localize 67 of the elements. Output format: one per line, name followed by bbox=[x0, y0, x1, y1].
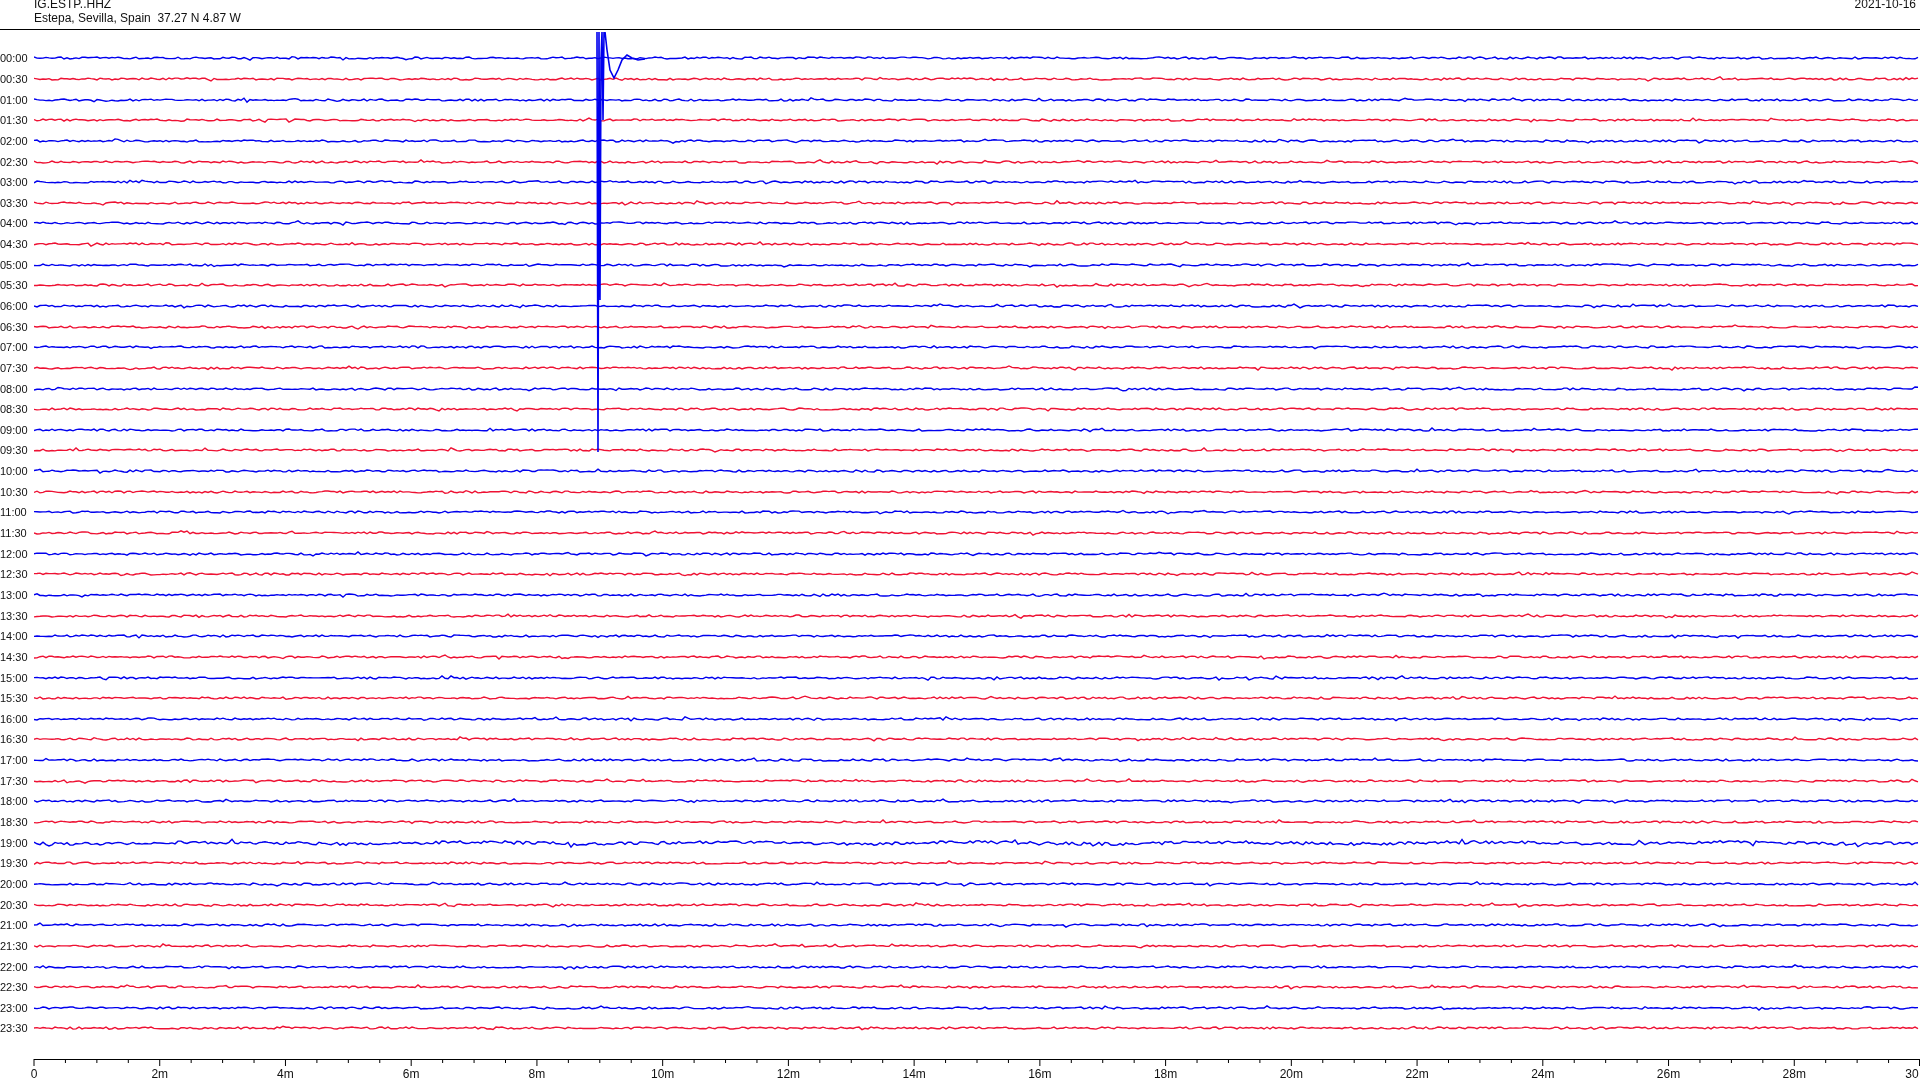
time-label: 02:30 bbox=[0, 155, 29, 168]
time-label: 04:00 bbox=[0, 217, 29, 230]
time-label: 17:30 bbox=[0, 774, 29, 787]
time-label: 08:30 bbox=[0, 403, 29, 416]
record-date: 2021-10-16 bbox=[1854, 0, 1916, 13]
time-label: 00:30 bbox=[0, 72, 29, 85]
axis-tick-label: 0 bbox=[30, 1067, 38, 1080]
time-label: 14:30 bbox=[0, 650, 29, 663]
time-label: 12:30 bbox=[0, 568, 29, 581]
time-label: 17:00 bbox=[0, 754, 29, 767]
axis-tick-label: 12m bbox=[776, 1067, 801, 1080]
time-label: 09:30 bbox=[0, 444, 29, 457]
time-label: 03:30 bbox=[0, 196, 29, 209]
axis-tick-label: 8m bbox=[528, 1067, 546, 1080]
axis-tick-label: 18m bbox=[1153, 1067, 1178, 1080]
station-code: IG.ESTP..HHZ bbox=[34, 0, 113, 11]
time-label: 01:00 bbox=[0, 93, 29, 106]
axis-tick-label: 22m bbox=[1405, 1067, 1429, 1080]
time-label: 18:00 bbox=[0, 795, 29, 808]
axis-tick-label: 10m bbox=[651, 1067, 675, 1080]
time-label: 20:30 bbox=[0, 898, 29, 911]
time-label: 08:00 bbox=[0, 382, 29, 395]
time-label: 19:30 bbox=[0, 857, 29, 870]
time-label: 21:00 bbox=[0, 919, 29, 932]
axis-tick-label: 20m bbox=[1279, 1067, 1303, 1080]
time-label: 14:00 bbox=[0, 630, 29, 643]
time-label: 18:30 bbox=[0, 816, 29, 828]
axis-tick-label: 2m bbox=[151, 1067, 169, 1080]
time-label: 11:00 bbox=[0, 506, 28, 519]
time-label: 23:00 bbox=[0, 1001, 29, 1014]
axis-tick-label: 24m bbox=[1531, 1067, 1555, 1080]
axis-tick-label: 4m bbox=[277, 1067, 294, 1080]
axis-tick-label: 14m bbox=[902, 1067, 926, 1080]
time-label: 12:00 bbox=[0, 547, 29, 560]
time-label: 13:30 bbox=[0, 609, 29, 622]
time-label: 19:00 bbox=[0, 836, 29, 849]
time-label: 10:00 bbox=[0, 465, 29, 478]
time-label: 16:30 bbox=[0, 733, 29, 746]
axis-tick-label: 6m bbox=[402, 1067, 420, 1080]
time-label: 15:30 bbox=[0, 692, 29, 705]
time-label: 06:00 bbox=[0, 300, 29, 312]
station-location: Estepa, Sevilla, Spain 37.27 N 4.87 W bbox=[34, 11, 241, 25]
time-label: 13:00 bbox=[0, 588, 29, 601]
time-label: 07:30 bbox=[0, 361, 29, 374]
axis-tick-label: 28m bbox=[1782, 1067, 1806, 1080]
time-label: 02:00 bbox=[0, 134, 29, 147]
time-label: 05:30 bbox=[0, 279, 29, 292]
time-label: 16:00 bbox=[0, 712, 29, 725]
time-label: 03:00 bbox=[0, 176, 29, 189]
axis-tick-label: 30 bbox=[1905, 1067, 1919, 1080]
axis-tick-label: 26m bbox=[1656, 1067, 1681, 1080]
time-label: 10:30 bbox=[0, 485, 29, 498]
time-label: 22:00 bbox=[0, 960, 29, 973]
time-label: 23:30 bbox=[0, 1022, 29, 1035]
time-label: 11:30 bbox=[0, 527, 28, 540]
time-label: 20:00 bbox=[0, 877, 29, 890]
time-label: 22:30 bbox=[0, 981, 29, 994]
axis-tick-label: 16m bbox=[1028, 1067, 1052, 1080]
time-label: 04:30 bbox=[0, 238, 29, 251]
time-label: 01:30 bbox=[0, 114, 29, 127]
time-label: 21:30 bbox=[0, 939, 29, 952]
time-label: 09:00 bbox=[0, 423, 29, 436]
time-label: 00:00 bbox=[0, 52, 29, 65]
time-label: 07:00 bbox=[0, 341, 29, 354]
time-label: 15:00 bbox=[0, 671, 29, 684]
time-label: 05:00 bbox=[0, 258, 29, 271]
time-label: 06:30 bbox=[0, 320, 29, 333]
